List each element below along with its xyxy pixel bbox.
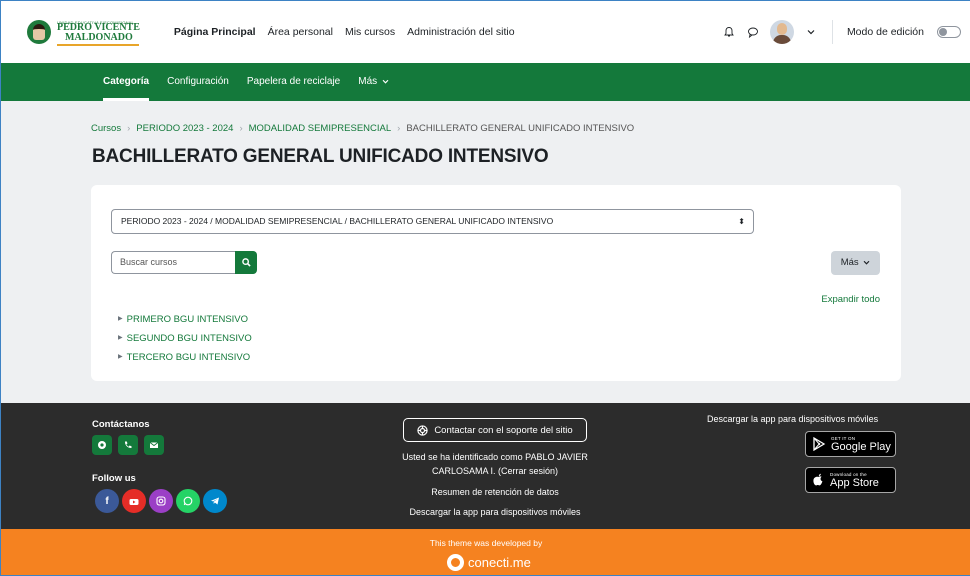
- category-label: SEGUNDO BGU INTENSIVO: [126, 333, 252, 344]
- lifebuoy-icon: [417, 424, 428, 436]
- chevron-down-icon[interactable]: [804, 25, 818, 39]
- footer: Contáctanos Follow us f Contactar con el…: [1, 403, 970, 529]
- caret-right-icon: ▶: [118, 335, 123, 341]
- edit-mode-toggle[interactable]: [937, 26, 961, 38]
- site-logo[interactable]: UNIDAD EDUCATIVA FISCOMISIONAL PEDRO VIC…: [27, 18, 140, 46]
- page-frame: UNIDAD EDUCATIVA FISCOMISIONAL PEDRO VIC…: [0, 0, 970, 576]
- breadcrumb-separator: ›: [127, 123, 131, 134]
- logout-link[interactable]: CARLOSAMA I. (Cerrar sesión): [385, 464, 605, 478]
- top-navbar: UNIDAD EDUCATIVA FISCOMISIONAL PEDRO VIC…: [1, 1, 970, 63]
- category-item[interactable]: ▶ PRIMERO BGU INTENSIVO: [118, 310, 252, 329]
- logo-portrait-icon: [27, 20, 51, 44]
- breadcrumb-separator: ›: [397, 123, 401, 134]
- app-store-badge[interactable]: Download on the App Store: [805, 467, 896, 493]
- logo-line2: MALDONADO: [65, 32, 133, 43]
- contact-support-label: Contactar con el soporte del sitio: [434, 424, 573, 436]
- telegram-icon[interactable]: [203, 489, 227, 513]
- tab-recycle-bin[interactable]: Papelera de reciclaje: [247, 63, 340, 101]
- header-divider: [831, 20, 833, 44]
- category-select[interactable]: PERIODO 2023 - 2024 / MODALIDAD SEMIPRES…: [111, 209, 754, 234]
- caret-right-icon: ▶: [118, 316, 123, 322]
- bell-icon[interactable]: [722, 25, 736, 39]
- tab-settings[interactable]: Configuración: [167, 63, 229, 101]
- conectime-brand: conecti.me: [468, 555, 531, 570]
- mobile-app-title: Descargar la app para dispositivos móvil…: [707, 414, 879, 424]
- more-actions-button[interactable]: Más: [831, 251, 880, 275]
- breadcrumb-current: BACHILLERATO GENERAL UNIFICADO INTENSIVO: [406, 123, 635, 134]
- search-input[interactable]: Buscar cursos: [111, 251, 235, 274]
- logged-in-info: Usted se ha identificado como PABLO JAVI…: [385, 450, 605, 478]
- contact-support-button[interactable]: Contactar con el soporte del sitio: [403, 418, 587, 442]
- globe-icon[interactable]: [92, 435, 112, 455]
- user-area: Modo de edición: [722, 1, 961, 63]
- tab-category[interactable]: Categoría: [103, 63, 150, 101]
- caret-right-icon: ▶: [118, 354, 123, 360]
- email-icon[interactable]: [144, 435, 164, 455]
- chevron-down-icon: [382, 79, 389, 84]
- category-item[interactable]: ▶ TERCERO BGU INTENSIVO: [118, 348, 252, 367]
- course-search: Buscar cursos: [111, 251, 257, 274]
- logo-underline: [57, 44, 139, 46]
- category-label: TERCERO BGU INTENSIVO: [126, 352, 251, 363]
- developed-by-text: This theme was developed by: [429, 538, 543, 548]
- facebook-icon[interactable]: f: [95, 489, 119, 513]
- expand-all-link[interactable]: Expandir todo: [821, 294, 880, 305]
- contact-title: Contáctanos: [92, 419, 150, 430]
- category-list: ▶ PRIMERO BGU INTENSIVO ▶ SEGUNDO BGU INTE…: [118, 310, 252, 367]
- breadcrumb-separator: ›: [239, 123, 243, 134]
- social-icons: f: [95, 489, 227, 513]
- breadcrumb-courses[interactable]: Cursos: [91, 123, 121, 134]
- breadcrumb-modality[interactable]: MODALIDAD SEMIPRESENCIAL: [249, 123, 392, 134]
- primary-nav: Página Principal Área personal Mis curso…: [174, 26, 515, 38]
- follow-title: Follow us: [92, 473, 136, 484]
- nav-my-courses[interactable]: Mis cursos: [345, 26, 395, 38]
- google-play-big: Google Play: [831, 440, 891, 453]
- search-icon: [241, 258, 251, 267]
- tab-more[interactable]: Más: [358, 63, 389, 101]
- nav-site-admin[interactable]: Administración del sitio: [407, 26, 514, 38]
- page-title: BACHILLERATO GENERAL UNIFICADO INTENSIVO: [92, 146, 549, 167]
- select-caret-icon: ⬍: [738, 217, 745, 226]
- breadcrumb: Cursos › PERIODO 2023 - 2024 › MODALIDAD…: [91, 123, 634, 134]
- logged-in-line1: Usted se ha identificado como PABLO JAVI…: [402, 452, 588, 462]
- contact-icons: [92, 435, 164, 455]
- data-retention-link[interactable]: Resumen de retención de datos: [385, 485, 605, 499]
- secondary-nav: Categoría Configuración Papelera de reci…: [1, 63, 970, 101]
- mobile-app-link[interactable]: Descargar la app para dispositivos móvil…: [385, 505, 605, 519]
- search-button[interactable]: [235, 251, 257, 274]
- google-play-icon: [813, 437, 826, 451]
- whatsapp-icon[interactable]: [176, 489, 200, 513]
- more-actions-label: Más: [840, 257, 859, 268]
- user-avatar[interactable]: [769, 20, 794, 44]
- apple-icon: [813, 473, 823, 486]
- breadcrumb-period[interactable]: PERIODO 2023 - 2024: [136, 123, 233, 134]
- nav-home[interactable]: Página Principal: [174, 26, 256, 38]
- chevron-down-icon: [863, 260, 870, 265]
- conectime-ring-icon: [447, 554, 464, 571]
- category-select-value: PERIODO 2023 - 2024 / MODALIDAD SEMIPRES…: [121, 216, 554, 226]
- youtube-icon[interactable]: [122, 489, 146, 513]
- phone-icon[interactable]: [118, 435, 138, 455]
- category-label: PRIMERO BGU INTENSIVO: [126, 314, 249, 325]
- theme-credit-bar: This theme was developed by conecti.me: [1, 529, 970, 575]
- category-card: PERIODO 2023 - 2024 / MODALIDAD SEMIPRES…: [91, 185, 901, 381]
- category-item[interactable]: ▶ SEGUNDO BGU INTENSIVO: [118, 329, 252, 348]
- tab-more-label: Más: [358, 76, 378, 87]
- logo-text: UNIDAD EDUCATIVA FISCOMISIONAL PEDRO VIC…: [57, 18, 140, 46]
- conectime-logo[interactable]: conecti.me: [447, 554, 531, 571]
- chat-icon[interactable]: [746, 25, 760, 39]
- edit-mode-label: Modo de edición: [846, 26, 924, 38]
- instagram-icon[interactable]: [149, 489, 173, 513]
- google-play-badge[interactable]: GET IT ON Google Play: [805, 431, 896, 457]
- app-store-big: App Store: [830, 476, 879, 489]
- nav-dashboard[interactable]: Área personal: [268, 26, 333, 38]
